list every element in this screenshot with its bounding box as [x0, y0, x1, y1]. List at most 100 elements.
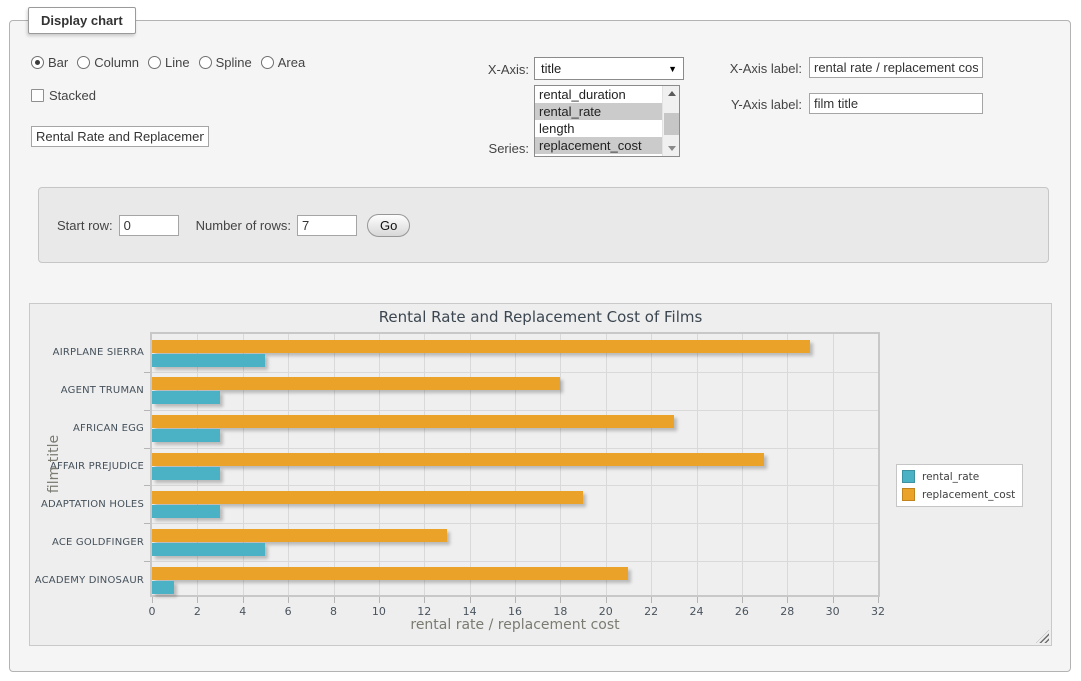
bar-replacement_cost: [152, 491, 583, 504]
x-tick-mark: [152, 597, 153, 603]
radio-area-label: Area: [278, 55, 305, 70]
start-row-input[interactable]: [119, 215, 179, 236]
bar-replacement_cost: [152, 415, 674, 428]
legend-entry: rental_rate: [902, 470, 1015, 483]
series-options: rental_duration rental_rate length repla…: [535, 86, 662, 156]
go-button[interactable]: Go: [367, 214, 410, 237]
series-option-rental-rate[interactable]: rental_rate: [535, 103, 662, 120]
bar-replacement_cost: [152, 567, 628, 580]
num-rows-label: Number of rows:: [196, 218, 291, 233]
stacked-row: Stacked: [31, 88, 96, 103]
legend-entry: replacement_cost: [902, 488, 1015, 501]
radio-column-circle[interactable]: [77, 56, 90, 69]
y-tick-mark: [144, 561, 150, 562]
y-axis-label-input[interactable]: [809, 93, 983, 114]
stacked-checkbox[interactable]: [31, 89, 44, 102]
x-tick-mark: [197, 597, 198, 603]
x-tick-mark: [787, 597, 788, 603]
series-multiselect[interactable]: rental_duration rental_rate length repla…: [534, 85, 680, 157]
bar-rental_rate: [152, 391, 220, 404]
radio-spline[interactable]: Spline: [199, 55, 252, 70]
radio-area-circle[interactable]: [261, 56, 274, 69]
chart-title-input[interactable]: [31, 126, 209, 147]
legend-swatch-icon: [902, 470, 915, 483]
x-tick-mark: [379, 597, 380, 603]
bar-rental_rate: [152, 581, 174, 594]
bar-replacement_cost: [152, 340, 810, 353]
gridline-horizontal: [152, 410, 878, 411]
y-tick-mark: [144, 410, 150, 411]
chart-title: Rental Rate and Replacement Cost of Film…: [30, 308, 1051, 326]
category-label: ACADEMY DINOSAUR: [30, 561, 144, 599]
chart-x-axis-label: rental rate / replacement cost: [150, 617, 880, 633]
resize-grip-icon[interactable]: [1036, 630, 1049, 643]
x-tick-mark: [470, 597, 471, 603]
bar-rental_rate: [152, 429, 220, 442]
gridline-vertical: [787, 334, 788, 595]
x-tick-mark: [742, 597, 743, 603]
stacked-label: Stacked: [49, 88, 96, 103]
gridline-horizontal: [152, 561, 878, 562]
gridline-horizontal: [152, 485, 878, 486]
bar-replacement_cost: [152, 377, 560, 390]
display-chart-fieldset: Display chart Bar Column Line Spline Are…: [9, 20, 1071, 672]
legend-label: rental_rate: [922, 471, 979, 483]
bar-replacement_cost: [152, 529, 447, 542]
series-option-replacement-cost[interactable]: replacement_cost: [535, 137, 662, 154]
x-axis-label-input[interactable]: [809, 57, 983, 78]
gridline-horizontal: [152, 448, 878, 449]
x-tick-mark: [288, 597, 289, 603]
legend-label: replacement_cost: [922, 489, 1015, 501]
radio-line[interactable]: Line: [148, 55, 190, 70]
x-tick-mark: [424, 597, 425, 603]
radio-line-label: Line: [165, 55, 190, 70]
x-axis-select-label: X-Axis:: [440, 62, 529, 77]
scrollbar-thumb[interactable]: [664, 113, 679, 135]
series-option-rental-duration[interactable]: rental_duration: [535, 86, 662, 103]
page: Display chart Bar Column Line Spline Are…: [0, 0, 1081, 681]
radio-bar[interactable]: Bar: [31, 55, 68, 70]
rows-control-fieldset: Start row: Number of rows: Go: [38, 187, 1049, 263]
radio-spline-circle[interactable]: [199, 56, 212, 69]
bar-replacement_cost: [152, 453, 764, 466]
x-tick-mark: [334, 597, 335, 603]
category-label: AIRPLANE SIERRA: [30, 334, 144, 372]
radio-area[interactable]: Area: [261, 55, 305, 70]
chart-y-axis-label: film title: [46, 414, 62, 514]
x-axis-label-label: X-Axis label:: [660, 61, 802, 76]
gridline-horizontal: [152, 523, 878, 524]
radio-column[interactable]: Column: [77, 55, 139, 70]
chart-type-radio-group: Bar Column Line Spline Area: [31, 55, 305, 70]
x-axis-selected-value: title: [541, 61, 561, 76]
bar-rental_rate: [152, 354, 265, 367]
x-tick-mark: [878, 597, 879, 603]
num-rows-input[interactable]: [297, 215, 357, 236]
x-tick-mark: [697, 597, 698, 603]
fieldset-legend: Display chart: [28, 7, 136, 34]
radio-spline-label: Spline: [216, 55, 252, 70]
x-tick-mark: [515, 597, 516, 603]
x-tick-mark: [243, 597, 244, 603]
x-tick-mark: [833, 597, 834, 603]
legend-swatch-icon: [902, 488, 915, 501]
bar-rental_rate: [152, 505, 220, 518]
y-tick-mark: [144, 523, 150, 524]
category-label: AGENT TRUMAN: [30, 372, 144, 410]
radio-bar-circle[interactable]: [31, 56, 44, 69]
y-tick-mark: [144, 485, 150, 486]
radio-column-label: Column: [94, 55, 139, 70]
x-tick-mark: [606, 597, 607, 603]
rows-control-row: Start row: Number of rows: Go: [57, 214, 410, 237]
y-axis-label-label: Y-Axis label:: [660, 97, 802, 112]
scroll-down-icon[interactable]: [663, 141, 680, 156]
gridline-vertical: [833, 334, 834, 595]
radio-line-circle[interactable]: [148, 56, 161, 69]
series-option-length[interactable]: length: [535, 120, 662, 137]
y-tick-mark: [144, 448, 150, 449]
bar-rental_rate: [152, 543, 265, 556]
plot-area: 02468101214161820222426283032AIRPLANE SI…: [150, 332, 880, 597]
series-select-label: Series:: [440, 141, 529, 156]
gridline-horizontal: [152, 372, 878, 373]
category-label: ACE GOLDFINGER: [30, 523, 144, 561]
start-row-label: Start row:: [57, 218, 113, 233]
